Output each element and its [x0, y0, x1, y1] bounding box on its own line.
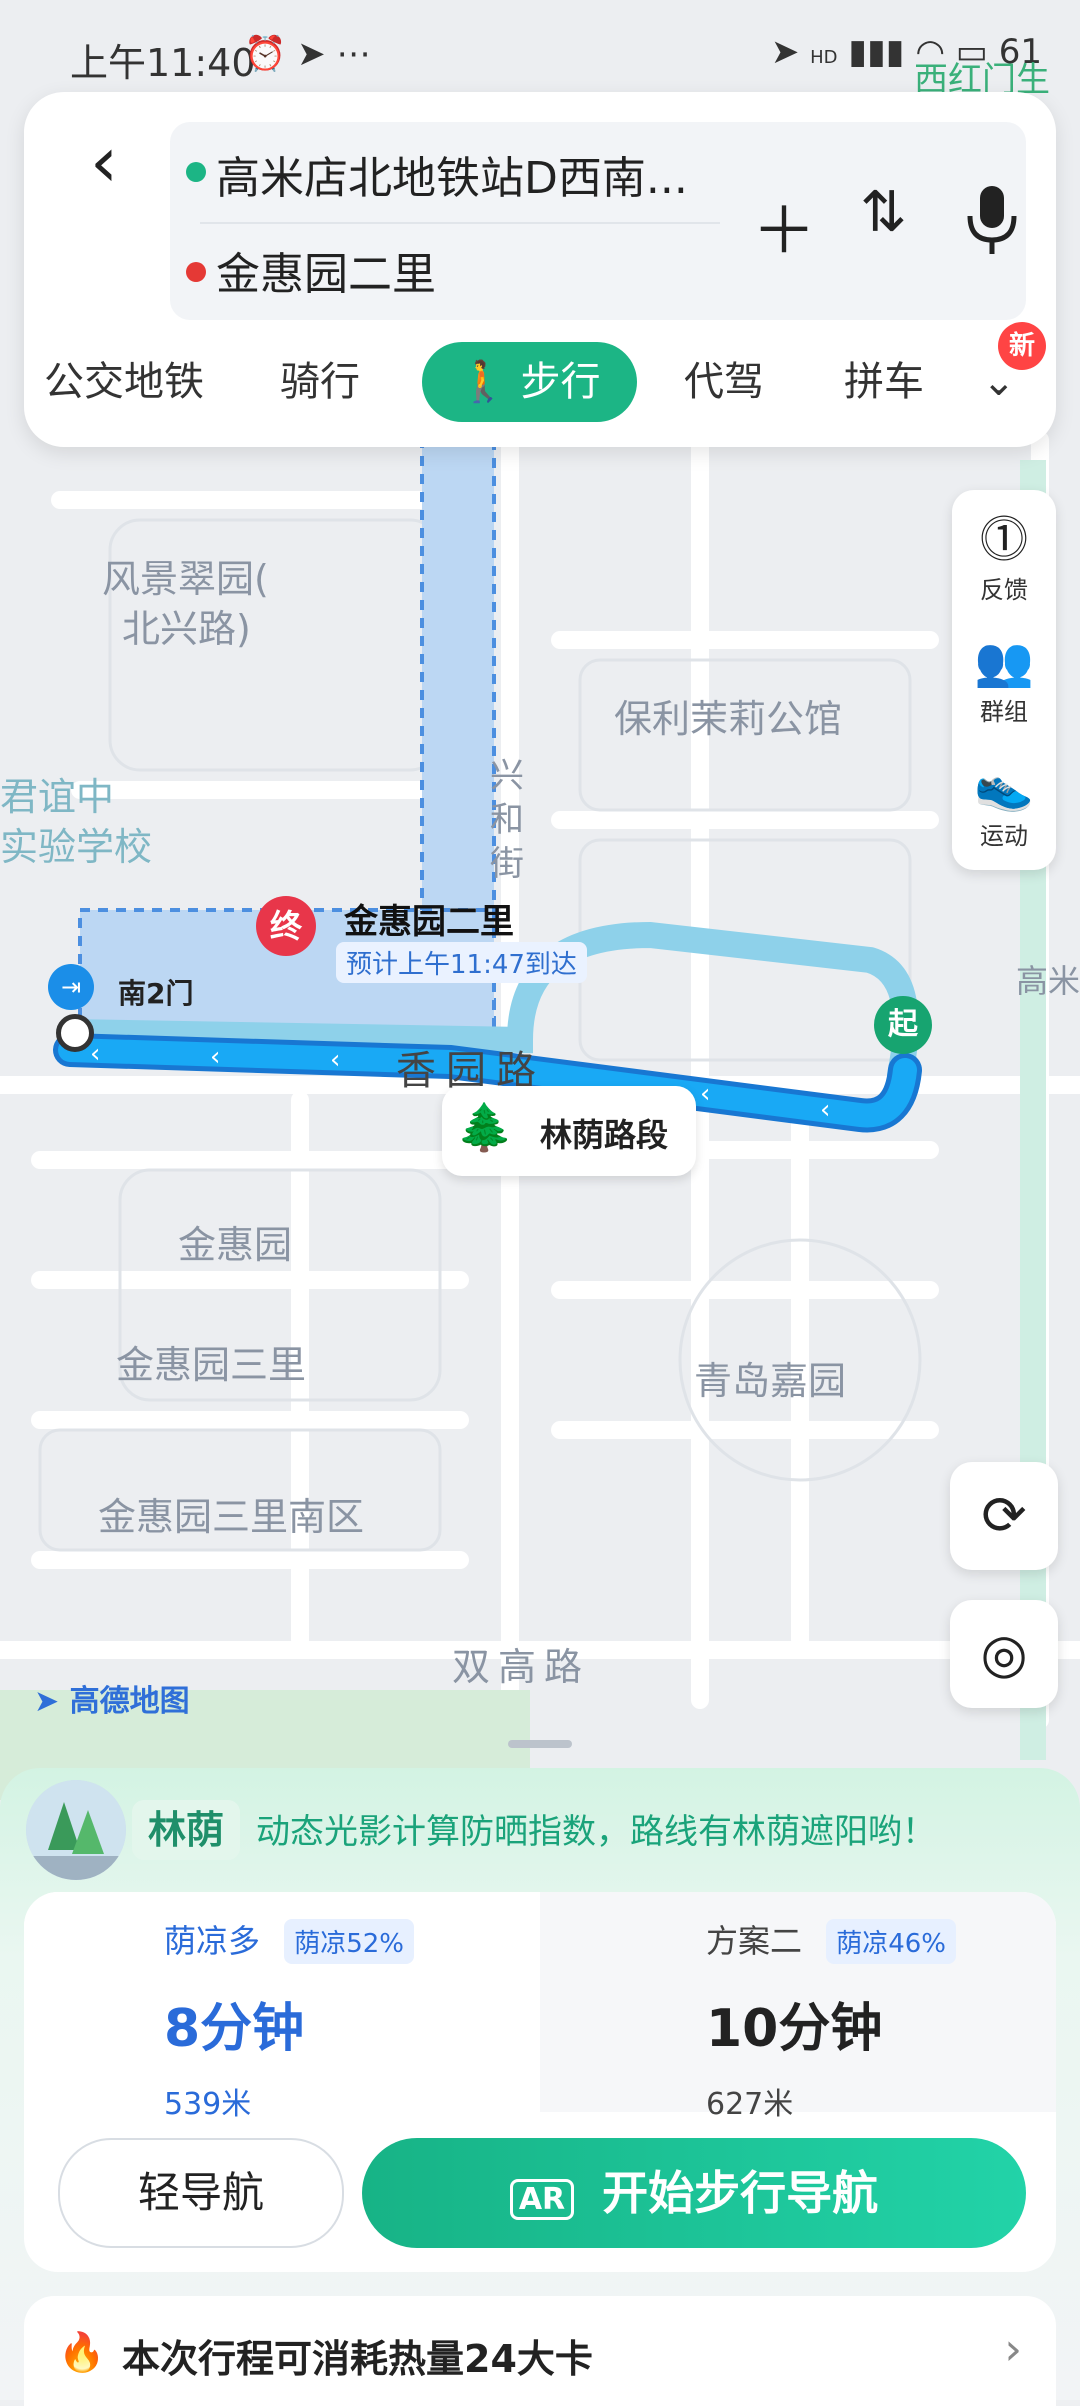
map-label-baoli: 保利茉莉公馆 — [614, 697, 843, 741]
back-chevron-icon: ‹ — [90, 121, 118, 203]
back-button[interactable]: ‹ — [64, 122, 144, 202]
light-nav-button[interactable]: 轻导航 — [58, 2138, 344, 2248]
map-label-junyi: 君谊中 — [0, 775, 115, 819]
calorie-text: 本次行程可消耗热量24大卡 — [122, 2337, 593, 2381]
svg-text:‹: ‹ — [330, 1045, 340, 1075]
sport-button[interactable]: 👟 运动 — [952, 756, 1056, 851]
start-walk-nav-label: 开始步行导航 — [602, 2166, 879, 2220]
shade-tag: 林荫 — [132, 1800, 241, 1860]
sport-label: 运动 — [980, 822, 1028, 850]
group-icon: 👥 — [974, 634, 1034, 690]
shade-banner[interactable]: 林荫 动态光影计算防晒指数，路线有林荫遮阳哟！ — [24, 1780, 1056, 1880]
group-button[interactable]: 👥 群组 — [952, 632, 1056, 727]
shade-text: 动态光影计算防晒指数，路线有林荫遮阳哟！ — [256, 1812, 936, 1852]
plan-card: 荫凉多 荫凉52% 8分钟 539米 方案二 荫凉46% 10分钟 627米 轻… — [24, 1892, 1056, 2272]
amap-arrow-icon: ➤ — [34, 1684, 60, 1719]
group-label: 群组 — [980, 698, 1028, 726]
feedback-label: 反馈 — [980, 576, 1028, 604]
feedback-button[interactable]: ⓵ 反馈 — [952, 510, 1056, 605]
map-label-fengjing: 风景翠园( — [102, 557, 269, 601]
shade-avatar-icon — [26, 1780, 126, 1880]
map-label-xinghe-3: 街 — [490, 844, 524, 884]
plan-option-2[interactable]: 方案二 荫凉46% 10分钟 627米 — [540, 1892, 1056, 2122]
svg-text:‹: ‹ — [700, 1079, 710, 1109]
shade-segment-tag[interactable]: 🌲 林荫路段 — [442, 1086, 696, 1176]
gate-icon: ⇥ — [48, 964, 94, 1010]
end-marker-label: 终 — [256, 896, 316, 956]
status-icons-left: ⏰ ➤ ⋯ — [244, 34, 371, 74]
refresh-button[interactable]: ⟳ — [950, 1462, 1058, 1570]
calorie-card[interactable]: 🔥 本次行程可消耗热量24大卡 › — [24, 2296, 1056, 2406]
shade-segment-label: 林荫路段 — [540, 1116, 669, 1154]
tab-bike[interactable]: 骑行 — [280, 342, 360, 422]
feedback-icon: ⓵ — [979, 512, 1028, 568]
ar-icon: AR — [509, 2179, 575, 2220]
tab-driver[interactable]: 代驾 — [684, 342, 764, 422]
route-divider — [200, 222, 720, 224]
plan-2-title: 方案二 荫凉46% — [706, 1916, 1056, 1964]
plan-2-time: 10分钟 — [706, 1999, 883, 2059]
start-walk-nav-button[interactable]: AR 开始步行导航 — [362, 2138, 1026, 2248]
plan-2-title-text: 方案二 — [706, 1922, 803, 1960]
plan-2-distance: 627米 — [706, 2087, 794, 2122]
map-label-qingdao: 青岛嘉园 — [694, 1359, 847, 1403]
tab-walk-label: 步行 — [520, 359, 601, 405]
map-label-jinhuiyuan: 金惠园 — [178, 1223, 293, 1267]
tab-walk[interactable]: 🚶 步行 — [422, 342, 637, 422]
gate-label: 南2门 — [118, 977, 194, 1010]
plus-icon[interactable]: ＋ — [752, 180, 816, 272]
sport-icon: 👟 — [974, 758, 1034, 814]
signal-hd-label: HD — [810, 47, 838, 68]
map-label-xinghe: 兴 — [490, 756, 524, 796]
route-search-card: ‹ 高米店北地铁站D西南... 金惠园二里 ＋ ⇅ 公交地铁 骑行 🚶 步行 代… — [24, 92, 1056, 447]
drag-handle[interactable] — [508, 1740, 572, 1748]
map-label-school: 实验学校 — [0, 825, 153, 869]
amap-logo: ➤ 高德地图 — [34, 1676, 190, 1720]
microphone-icon[interactable] — [952, 180, 1032, 260]
destination-marker[interactable]: 终 — [256, 896, 316, 966]
plan-2-tag: 荫凉46% — [826, 1919, 956, 1964]
swap-icon[interactable]: ⇅ — [860, 180, 907, 245]
map-label-jinhui-3: 金惠园三里 — [116, 1343, 307, 1387]
origin-field[interactable]: 高米店北地铁站D西南... — [216, 142, 688, 206]
plan-1-title-text: 荫凉多 — [164, 1922, 261, 1960]
transport-tabs: 公交地铁 骑行 🚶 步行 代驾 拼车 ⌄ 新 — [24, 322, 1056, 432]
map-tools-panel: ⓵ 反馈 👥 群组 👟 运动 — [952, 490, 1056, 870]
map-label-shuanggao: 双高路 — [452, 1645, 591, 1689]
signal-icon: ▮▮▮ — [848, 32, 905, 72]
destination-field[interactable]: 金惠园二里 — [216, 238, 436, 302]
map-label-fengjing-2: 北兴路) — [122, 607, 251, 651]
svg-text:‹: ‹ — [820, 1095, 830, 1125]
plan-1-tag: 荫凉52% — [284, 1919, 414, 1964]
destination-dot-icon — [186, 262, 206, 282]
plan-1-title: 荫凉多 荫凉52% — [164, 1916, 540, 1964]
refresh-icon: ⟳ — [981, 1484, 1027, 1547]
status-time: 上午11:40 — [70, 41, 256, 85]
eta-label: 预计上午11:47到达 — [336, 942, 587, 983]
svg-text:‹: ‹ — [210, 1042, 220, 1072]
map-label-jinhui-3-south: 金惠园三里南区 — [98, 1495, 365, 1539]
new-badge: 新 — [998, 322, 1046, 370]
plan-1-time: 8分钟 — [164, 1999, 305, 2059]
svg-text:‹: ‹ — [90, 1039, 100, 1069]
route-input-box: 高米店北地铁站D西南... 金惠园二里 ＋ ⇅ — [170, 122, 1026, 320]
gate-point — [56, 1014, 94, 1052]
locate-button[interactable]: ◎ — [950, 1600, 1058, 1708]
plan-option-1[interactable]: 荫凉多 荫凉52% 8分钟 539米 — [24, 1892, 540, 2122]
destination-name-label: 金惠园二里 — [344, 902, 514, 942]
walk-icon: 🚶 — [458, 359, 508, 405]
origin-dot-icon — [186, 162, 206, 182]
fire-icon: 🔥 — [58, 2330, 106, 2374]
chevron-right-icon: › — [1004, 2324, 1022, 2375]
start-marker[interactable]: 起 — [874, 996, 932, 1054]
locate-icon: ◎ — [980, 1622, 1028, 1685]
tree-icon: 🌲 — [456, 1100, 514, 1154]
amap-brand-text: 高德地图 — [69, 1684, 190, 1719]
map-label-xinghe-2: 和 — [490, 800, 524, 840]
tab-transit[interactable]: 公交地铁 — [44, 342, 204, 422]
plan-1-distance: 539米 — [164, 2087, 252, 2122]
tab-carpool[interactable]: 拼车 — [844, 342, 924, 422]
location-icon: ➤ — [770, 32, 800, 72]
map-label-gao: 高米 — [1016, 962, 1080, 1000]
